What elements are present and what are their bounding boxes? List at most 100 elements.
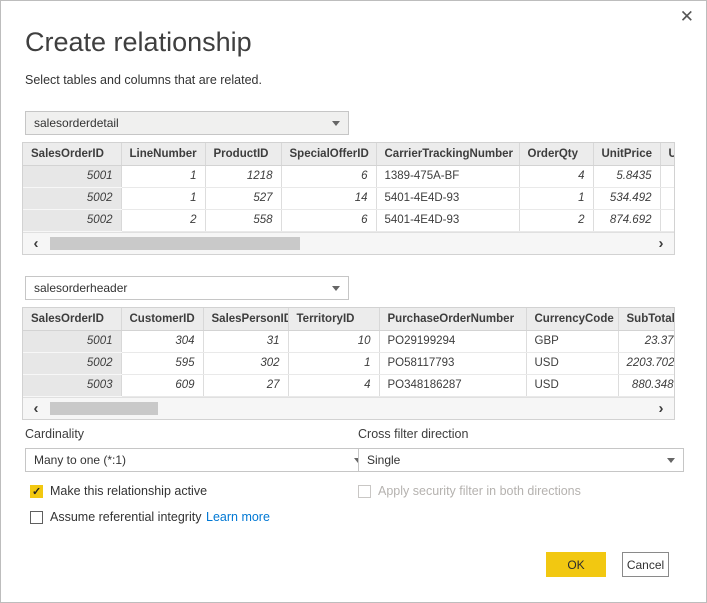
table-cell[interactable]: 874.692 — [593, 209, 660, 231]
scrollbar-thumb[interactable] — [50, 237, 300, 250]
table2: SalesOrderID CustomerID SalesPersonID Te… — [22, 307, 675, 420]
table-row: 5001 1 1218 6 1389-475A-BF 4 5.8435 — [23, 165, 674, 187]
table-cell[interactable]: 5002 — [23, 209, 121, 231]
table-cell[interactable]: 4 — [519, 165, 593, 187]
table1-col-header[interactable]: SpecialOfferID — [281, 143, 376, 165]
table1-col-header[interactable]: CarrierTrackingNumber — [376, 143, 519, 165]
table-cell[interactable]: 1 — [121, 187, 205, 209]
table-cell[interactable]: PO348186287 — [379, 374, 526, 396]
referential-integrity-label: Assume referential integrity — [50, 510, 201, 524]
table-cell[interactable]: 10 — [288, 330, 379, 352]
table-cell[interactable] — [660, 209, 674, 231]
table-cell[interactable]: 27 — [203, 374, 288, 396]
table2-select[interactable]: salesorderheader — [25, 276, 349, 300]
table2-select-value: salesorderheader — [34, 281, 127, 295]
table2-col-header[interactable]: TerritoryID — [288, 308, 379, 330]
table-cell[interactable]: 6 — [281, 209, 376, 231]
learn-more-link[interactable]: Learn more — [206, 510, 270, 524]
dialog-title: Create relationship — [25, 27, 252, 58]
security-filter-checkbox — [358, 485, 371, 498]
table-cell[interactable]: 4 — [288, 374, 379, 396]
table-cell[interactable]: 14 — [281, 187, 376, 209]
make-active-checkbox[interactable] — [30, 485, 43, 498]
table-cell[interactable]: 5001 — [23, 165, 121, 187]
ok-button[interactable]: OK — [546, 552, 606, 577]
create-relationship-dialog: ✕ Create relationship Select tables and … — [0, 0, 707, 603]
table1-col-header[interactable]: LineNumber — [121, 143, 205, 165]
table-cell[interactable]: 1 — [121, 165, 205, 187]
table2-col-header[interactable]: SalesOrderID — [23, 308, 121, 330]
scroll-left-icon[interactable]: ‹ — [25, 233, 47, 254]
table-cell[interactable]: 5002 — [23, 187, 121, 209]
table-cell[interactable]: 609 — [121, 374, 203, 396]
table1-col-header[interactable]: U — [660, 143, 674, 165]
table-cell[interactable]: PO58117793 — [379, 352, 526, 374]
table-cell[interactable]: 5001 — [23, 330, 121, 352]
table-cell[interactable]: 302 — [203, 352, 288, 374]
table1-header-row: SalesOrderID LineNumber ProductID Specia… — [23, 143, 674, 165]
table-row: 5001 304 31 10 PO29199294 GBP 23.37 — [23, 330, 674, 352]
table-cell[interactable]: 5401-4E4D-93 — [376, 187, 519, 209]
security-filter-option: Apply security filter in both directions — [358, 484, 581, 498]
referential-integrity-checkbox[interactable] — [30, 511, 43, 524]
table2-col-header[interactable]: CustomerID — [121, 308, 203, 330]
table1-select[interactable]: salesorderdetail — [25, 111, 349, 135]
table-cell[interactable]: 2203.702 — [618, 352, 674, 374]
table2-col-header[interactable]: CurrencyCode — [526, 308, 618, 330]
table-cell[interactable]: 1 — [519, 187, 593, 209]
dialog-subtitle: Select tables and columns that are relat… — [25, 73, 262, 87]
table-cell[interactable]: GBP — [526, 330, 618, 352]
scroll-right-icon[interactable]: › — [650, 233, 672, 254]
table-cell[interactable]: USD — [526, 352, 618, 374]
table-cell[interactable]: USD — [526, 374, 618, 396]
table-cell[interactable]: 2 — [121, 209, 205, 231]
table-cell[interactable]: 880.348 — [618, 374, 674, 396]
table-cell[interactable]: 6 — [281, 165, 376, 187]
cancel-button[interactable]: Cancel — [622, 552, 669, 577]
table2-col-header[interactable]: SalesPersonID — [203, 308, 288, 330]
table2-col-header[interactable]: PurchaseOrderNumber — [379, 308, 526, 330]
table-cell[interactable]: 23.37 — [618, 330, 674, 352]
make-active-label: Make this relationship active — [50, 484, 207, 498]
table1-col-header[interactable]: SalesOrderID — [23, 143, 121, 165]
table-cell[interactable]: 527 — [205, 187, 281, 209]
scroll-right-icon[interactable]: › — [650, 398, 672, 419]
table-row: 5002 2 558 6 5401-4E4D-93 2 874.692 — [23, 209, 674, 231]
scroll-left-icon[interactable]: ‹ — [25, 398, 47, 419]
table2-clip: SalesOrderID CustomerID SalesPersonID Te… — [23, 308, 674, 397]
table1-col-header[interactable]: UnitPrice — [593, 143, 660, 165]
table-cell[interactable]: 31 — [203, 330, 288, 352]
table2-col-header[interactable]: SubTotal — [618, 308, 674, 330]
cardinality-select[interactable]: Many to one (*:1) — [25, 448, 371, 472]
table-cell[interactable]: 595 — [121, 352, 203, 374]
table-cell[interactable] — [660, 165, 674, 187]
table-cell[interactable]: 1389-475A-BF — [376, 165, 519, 187]
scrollbar-thumb[interactable] — [50, 402, 158, 415]
cross-filter-select[interactable]: Single — [358, 448, 684, 472]
table-cell[interactable]: 304 — [121, 330, 203, 352]
make-active-option: Make this relationship active — [30, 484, 207, 498]
table-cell[interactable]: 5003 — [23, 374, 121, 396]
table-cell[interactable]: 5401-4E4D-93 — [376, 209, 519, 231]
table-cell[interactable]: 5.8435 — [593, 165, 660, 187]
table-cell[interactable] — [660, 187, 674, 209]
table-cell[interactable]: 534.492 — [593, 187, 660, 209]
security-filter-label: Apply security filter in both directions — [378, 484, 581, 498]
table-cell[interactable]: 1218 — [205, 165, 281, 187]
table-cell[interactable]: 2 — [519, 209, 593, 231]
cross-filter-label: Cross filter direction — [358, 427, 468, 441]
cardinality-value: Many to one (*:1) — [34, 453, 126, 467]
table-cell[interactable]: 1 — [288, 352, 379, 374]
table-row: 5002 595 302 1 PO58117793 USD 2203.702 — [23, 352, 674, 374]
table1-select-value: salesorderdetail — [34, 116, 119, 130]
table-row: 5003 609 27 4 PO348186287 USD 880.348 — [23, 374, 674, 396]
table-cell[interactable]: PO29199294 — [379, 330, 526, 352]
table1-col-header[interactable]: ProductID — [205, 143, 281, 165]
table-cell[interactable]: 558 — [205, 209, 281, 231]
table1-col-header[interactable]: OrderQty — [519, 143, 593, 165]
table-cell[interactable]: 5002 — [23, 352, 121, 374]
chevron-down-icon — [332, 286, 340, 291]
table2-horizontal-scrollbar[interactable]: ‹ › — [23, 397, 674, 419]
close-icon[interactable]: ✕ — [680, 8, 694, 25]
table1-horizontal-scrollbar[interactable]: ‹ › — [23, 232, 674, 254]
